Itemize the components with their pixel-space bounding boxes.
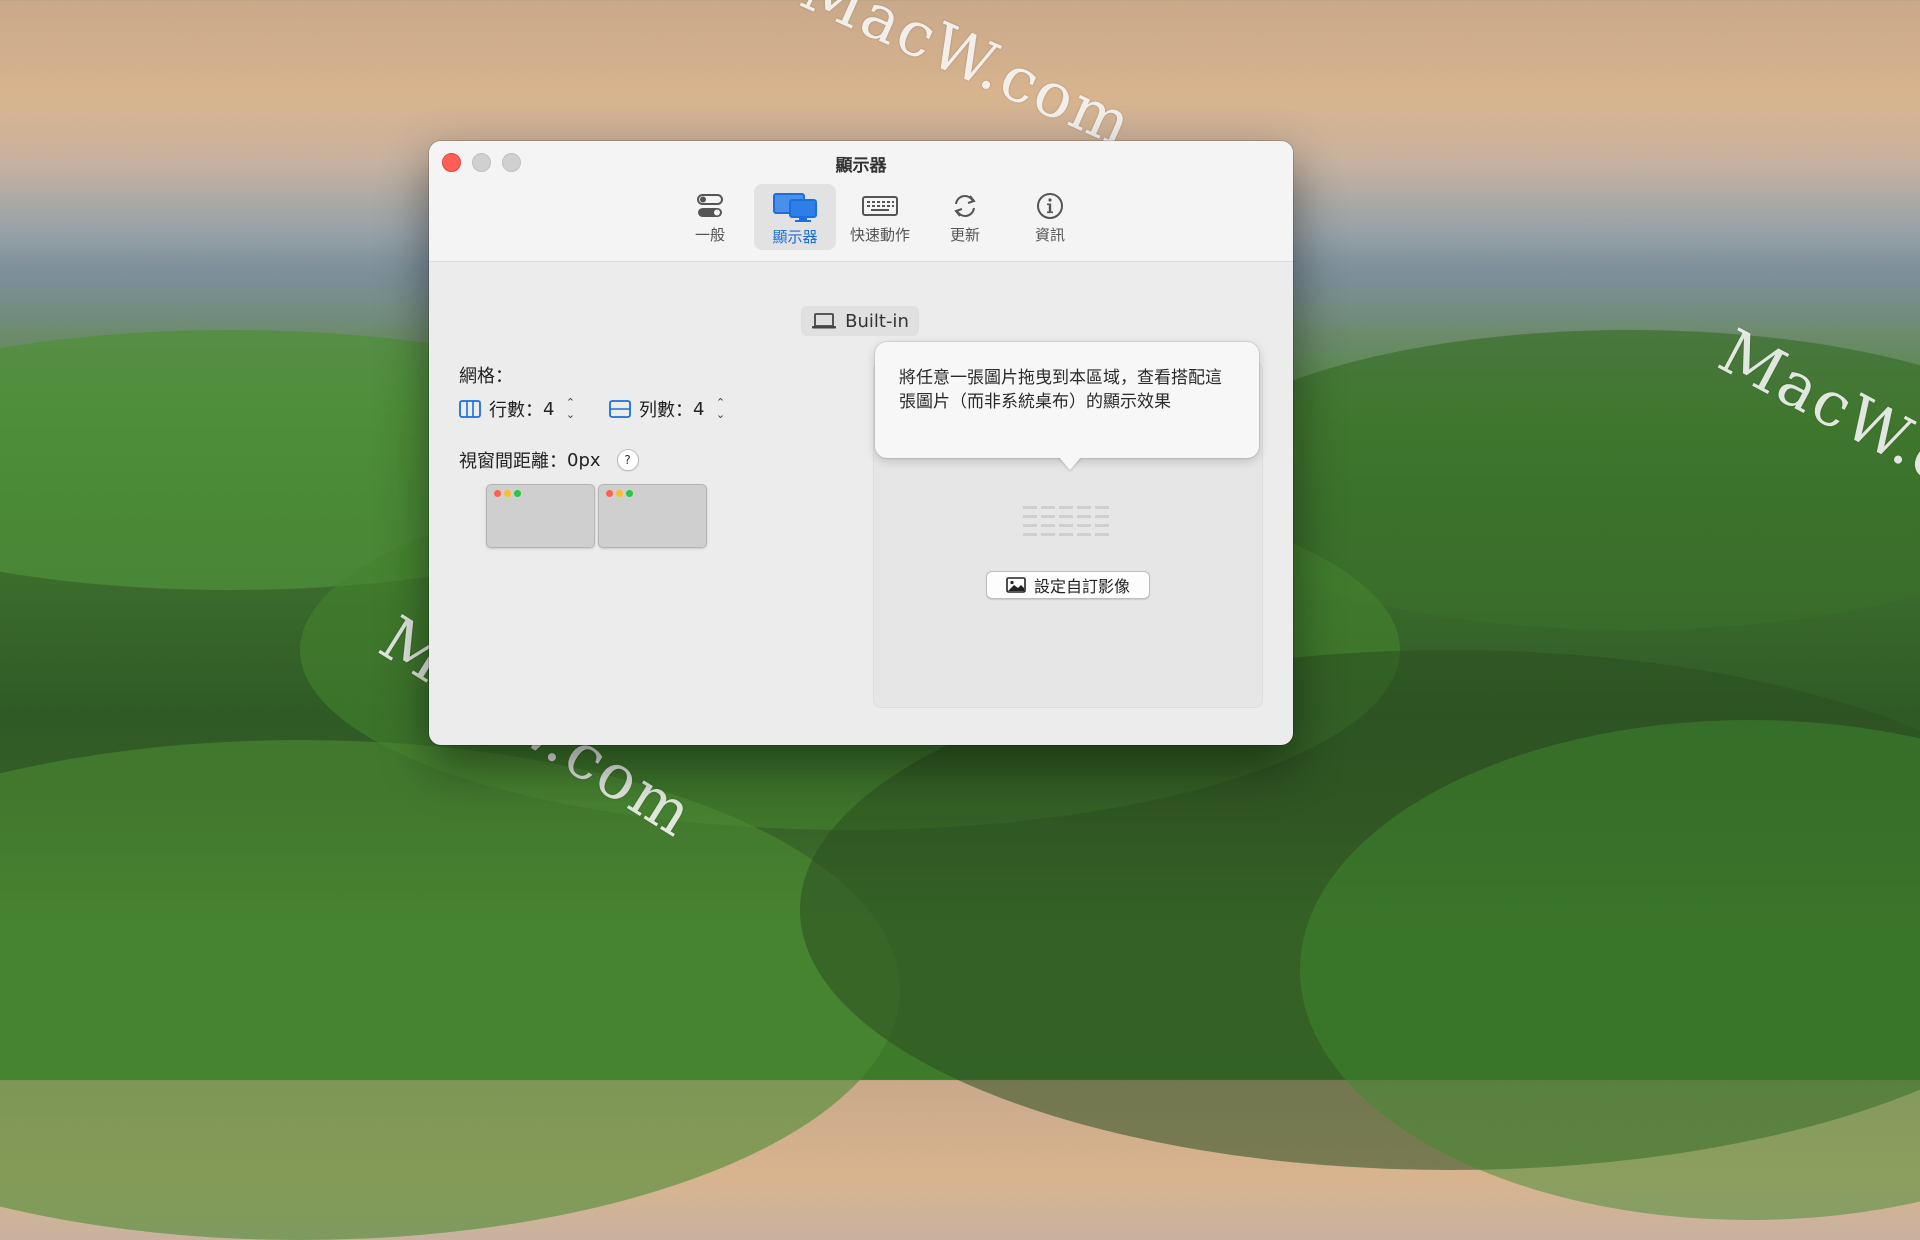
red-dot (606, 490, 613, 497)
rows-stepper[interactable]: ⌃ ⌄ (562, 394, 578, 424)
tab-quick-actions-label: 快速動作 (849, 226, 910, 244)
cols-label: 列數： (639, 400, 693, 421)
window-gap-value[interactable]: 0px (567, 450, 601, 471)
toggle-icon (697, 194, 723, 217)
refresh-icon (954, 195, 976, 217)
info-icon (1037, 193, 1063, 219)
settings-window: 顯示器 一般 顯示器 快速動作 更新 資訊 Built-in 網格： 行數： 4… (429, 141, 1293, 745)
laptop-icon (812, 313, 837, 329)
window-gap-row: 視窗間距離： 0px ? (459, 447, 639, 473)
set-custom-image-label: 設定自訂影像 (1033, 577, 1130, 596)
rows-value: 4 (543, 398, 555, 420)
display-name: Built-in (845, 310, 909, 332)
display-icon (773, 193, 817, 222)
chevron-down-icon[interactable]: ⌄ (716, 409, 725, 421)
tab-general[interactable]: 一般 (669, 184, 751, 250)
tab-display[interactable]: 顯示器 (754, 184, 836, 250)
grid-label: 網格： (459, 366, 513, 387)
window-gap-label: 視窗間距離： (459, 451, 567, 472)
window-title: 顯示器 (835, 156, 887, 176)
toolbar-tabs: 一般 顯示器 快速動作 更新 資訊 (669, 184, 1094, 252)
yellow-dot (504, 490, 511, 497)
tab-updates[interactable]: 更新 (924, 184, 1006, 250)
tab-quick-actions[interactable]: 快速動作 (839, 184, 921, 250)
rows-icon (609, 400, 631, 418)
cols-stepper[interactable]: ⌃ ⌄ (712, 394, 728, 424)
keyboard-icon (862, 196, 898, 216)
tab-info-label: 資訊 (1034, 226, 1065, 244)
tab-general-label: 一般 (694, 226, 725, 244)
tab-info[interactable]: 資訊 (1009, 184, 1091, 250)
display-settings-panel: Built-in 網格： 行數： 4 ⌃ ⌄ 列數： 4 ⌃ ⌄ 視窗間距離： … (429, 262, 1293, 745)
cols-value: 4 (693, 398, 705, 420)
green-dot (626, 490, 633, 497)
yellow-dot (616, 490, 623, 497)
grid-placeholder (1023, 506, 1113, 542)
titlebar: 顯示器 一般 顯示器 快速動作 更新 資訊 (429, 141, 1293, 262)
display-selector[interactable]: Built-in (801, 306, 919, 336)
tooltip-arrow (1058, 456, 1082, 470)
drop-zone-tooltip: 將任意一張圖片拖曳到本區域，查看搭配這張圖片（而非系統桌布）的顯示效果 (875, 342, 1259, 458)
rows-label: 行數： (489, 400, 543, 421)
set-custom-image-button[interactable]: 設定自訂影像 (986, 571, 1150, 599)
help-button[interactable]: ? (616, 449, 639, 471)
tab-updates-label: 更新 (949, 226, 980, 244)
rows-control: 行數： 4 ⌃ ⌄ (459, 394, 578, 424)
red-dot (494, 490, 501, 497)
gap-preview-window-right (598, 484, 707, 548)
columns-icon (459, 400, 481, 418)
tab-display-label: 顯示器 (772, 228, 818, 246)
green-dot (514, 490, 521, 497)
columns-control: 列數： 4 ⌃ ⌄ (609, 394, 728, 424)
image-icon (1006, 577, 1026, 593)
gap-preview-window-left (486, 484, 595, 548)
watermark-top: MacW.com (790, 0, 1145, 162)
chevron-down-icon[interactable]: ⌄ (566, 409, 575, 421)
